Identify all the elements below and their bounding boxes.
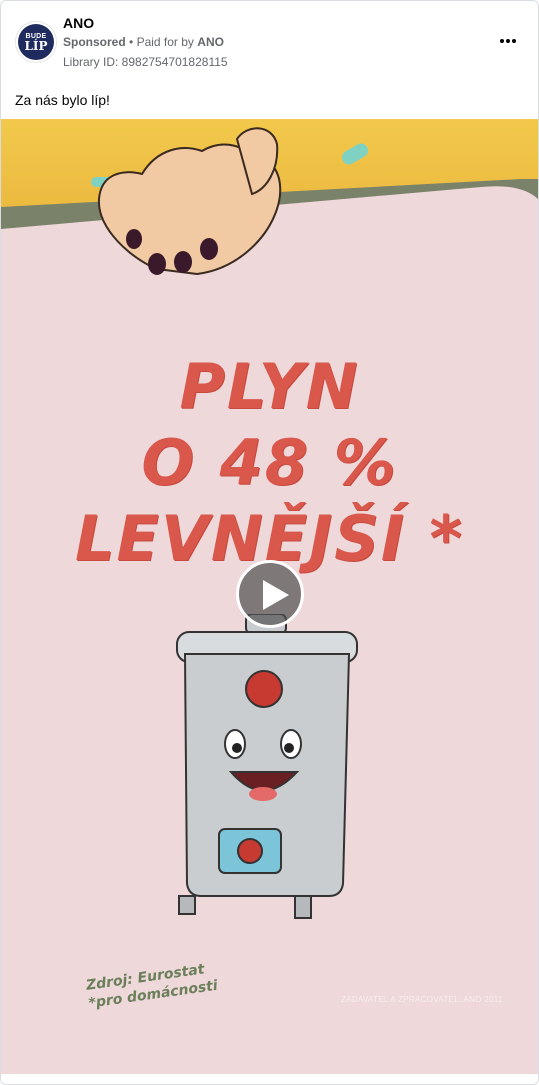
hand-illustration xyxy=(97,127,282,276)
card-bottom xyxy=(1,1074,538,1084)
headline-line2: O 48 % xyxy=(141,426,398,499)
video-media[interactable]: PLYN O 48 % LEVNĚJŠÍ * Zdroj: Eurostat *… xyxy=(1,119,538,1074)
sponsor-disclaimer: ZADAVATEL A ZPRACOVATEL: ANO 2011 xyxy=(341,995,503,1004)
page-avatar[interactable]: BUDE LÍP xyxy=(15,21,57,63)
paid-for-label: Paid for by xyxy=(136,35,194,49)
source-note: Zdroj: Eurostat *pro domácnosti xyxy=(85,959,219,1013)
library-id: Library ID: 8982754701828115 xyxy=(63,55,228,69)
paid-by-name[interactable]: ANO xyxy=(197,35,224,49)
avatar-logo: BUDE LÍP xyxy=(18,24,54,60)
separator-dot: • xyxy=(129,35,137,49)
page-name-link[interactable]: ANO xyxy=(63,15,94,31)
more-options-icon[interactable] xyxy=(496,31,520,51)
post-caption: Za nás bylo líp! xyxy=(15,92,110,108)
ad-headline: PLYN O 48 % LEVNĚJŠÍ * xyxy=(1,349,538,577)
avatar-logo-line2: LÍP xyxy=(24,38,48,53)
post-header: BUDE LÍP ANO Sponsored • Paid for by ANO… xyxy=(1,1,538,81)
ad-card: BUDE LÍP ANO Sponsored • Paid for by ANO… xyxy=(0,0,539,1085)
sponsored-label: Sponsored xyxy=(63,35,126,49)
play-icon xyxy=(263,580,289,610)
play-video-button[interactable] xyxy=(236,560,304,628)
sponsored-line: Sponsored • Paid for by ANO xyxy=(63,35,224,49)
headline-line1: PLYN xyxy=(179,350,360,423)
boiler-illustration xyxy=(176,614,358,919)
